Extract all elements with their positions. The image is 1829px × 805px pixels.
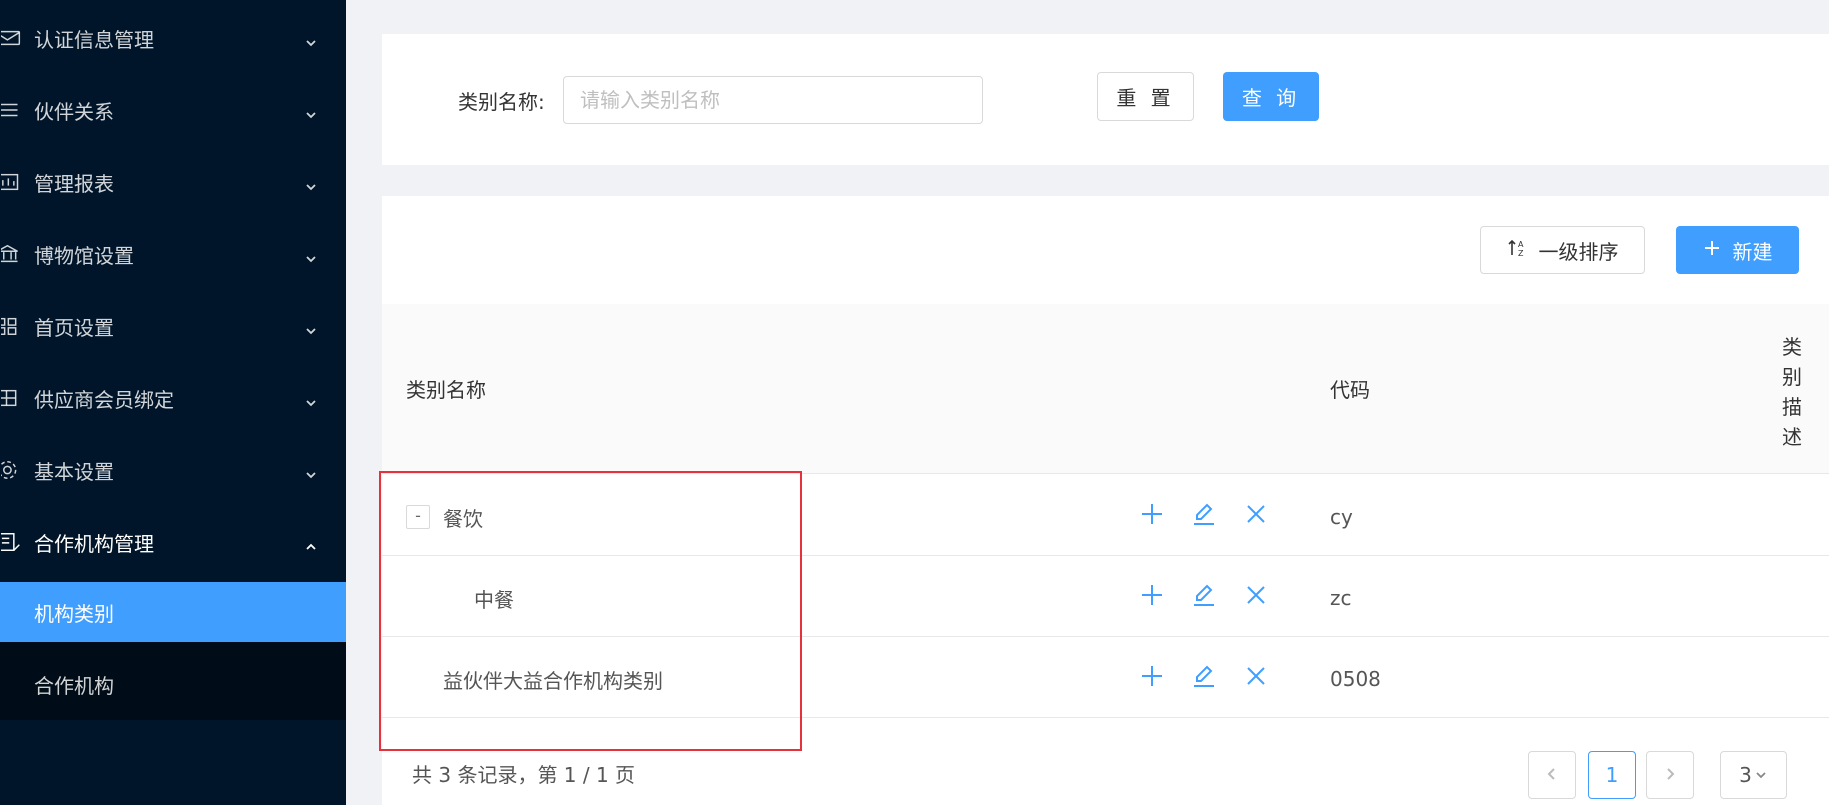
cell-category-name: 餐饮 [443,507,483,531]
chevron-up-icon [304,535,318,550]
row-actions [1139,501,1269,527]
column-header-desc: 类别描述 [1782,335,1802,449]
chevron-down-icon [304,391,318,407]
collapse-toggle[interactable]: - [406,505,430,529]
mail-icon [0,26,24,50]
menu-item-supplier-binding[interactable]: 供应商会员绑定 [0,362,346,434]
new-button[interactable]: 新建 [1676,226,1799,274]
query-button[interactable]: 查 询 [1223,72,1319,121]
chevron-right-icon [1662,763,1678,787]
chevron-down-icon [304,247,318,263]
cell-category-name: 益伙伴大益合作机构类别 [443,669,663,693]
chevron-down-icon [304,319,318,335]
submenu-label: 机构类别 [34,601,114,626]
chevron-left-icon [1544,763,1560,787]
building-icon [0,530,24,554]
submenu: 机构类别 合作机构 [0,582,346,720]
next-page-button[interactable] [1646,751,1694,799]
cell-code: 0508 [1330,667,1381,691]
search-panel: 类别名称: 重 置 查 询 [382,34,1829,165]
plus-icon[interactable] [1139,582,1165,608]
cell-code: zc [1330,586,1352,610]
menu-label: 伙伴关系 [34,99,114,124]
close-icon[interactable] [1243,663,1269,689]
link-icon [0,386,24,410]
sort-button[interactable]: AZ 一级排序 [1480,226,1645,274]
submenu-item-partner-org[interactable]: 合作机构 [0,654,346,714]
cell-code: cy [1330,505,1353,529]
page-size-select[interactable]: 3 [1720,751,1787,799]
menu-item-reports[interactable]: 管理报表 [0,146,346,218]
list-icon [0,98,24,122]
plus-icon[interactable] [1139,501,1165,527]
table-row: 益伙伴大益合作机构类别 0508 [382,637,1829,718]
column-header-name: 类别名称 [406,378,486,402]
report-icon [0,170,24,194]
plus-icon[interactable] [1139,663,1165,689]
page-button-current[interactable]: 1 [1588,751,1636,799]
search-label: 类别名称: [458,90,545,114]
menu-label: 供应商会员绑定 [34,387,174,412]
menu-item-homepage[interactable]: 首页设置 [0,290,346,362]
svg-text:A: A [1518,240,1524,249]
menu-item-museum[interactable]: 博物馆设置 [0,218,346,290]
chevron-down-icon [304,175,318,191]
table-row: 中餐 zc [382,556,1829,637]
museum-icon [0,242,24,266]
menu-label: 管理报表 [34,171,114,196]
menu-label: 基本设置 [34,459,114,484]
svg-text:Z: Z [1518,249,1524,258]
plus-icon [1703,238,1721,262]
cell-category-name: 中餐 [474,588,514,612]
menu-item-auth-info[interactable]: 认证信息管理 [0,2,346,74]
chevron-down-icon [1754,763,1768,787]
close-icon[interactable] [1243,501,1269,527]
submenu-label: 合作机构 [34,673,114,698]
grid-icon [0,314,24,338]
new-button-label: 新建 [1732,239,1773,264]
close-icon[interactable] [1243,582,1269,608]
sort-az-icon: AZ [1507,237,1529,264]
reset-button[interactable]: 重 置 [1097,72,1194,121]
menu-label: 认证信息管理 [34,27,154,52]
menu-item-partner[interactable]: 伙伴关系 [0,74,346,146]
edit-icon[interactable] [1191,663,1217,689]
sidebar: 认证信息管理 伙伴关系 管理报表 博物馆设置 首页设置 供应商会员绑定 基本设置… [0,0,346,805]
submenu-item-org-category[interactable]: 机构类别 [0,582,346,642]
menu-item-basic-settings[interactable]: 基本设置 [0,434,346,506]
chevron-down-icon [304,463,318,479]
menu-item-partner-org-mgmt[interactable]: 合作机构管理 [0,506,346,578]
prev-page-button[interactable] [1528,751,1576,799]
chevron-down-icon [304,103,318,119]
menu-label: 合作机构管理 [34,531,154,556]
gear-icon [0,458,24,482]
edit-icon[interactable] [1191,501,1217,527]
column-header-code: 代码 [1330,378,1370,402]
table-row: - 餐饮 cy [382,475,1829,556]
sort-button-label: 一级排序 [1538,239,1619,264]
menu-label: 博物馆设置 [34,243,134,268]
row-actions [1139,582,1269,608]
category-name-input[interactable] [563,76,983,124]
row-actions [1139,663,1269,689]
table-panel: AZ 一级排序 新建 类别名称 代码 类别描述 - 餐饮 cy 中餐 zc 益伙… [382,196,1829,805]
chevron-down-icon [304,31,318,47]
page-size-value: 3 [1739,763,1752,787]
edit-icon[interactable] [1191,582,1217,608]
menu-label: 首页设置 [34,315,114,340]
record-summary: 共 3 条记录，第 1 / 1 页 [412,763,636,787]
table-header: 类别名称 代码 类别描述 [382,304,1829,474]
